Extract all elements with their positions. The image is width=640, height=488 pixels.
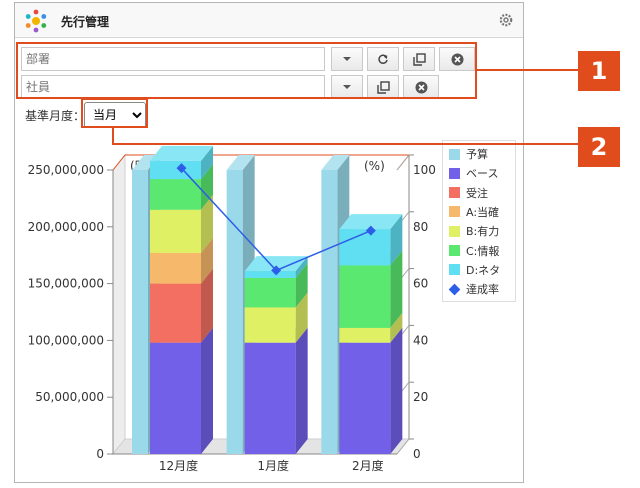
- legend-swatch: [448, 283, 461, 295]
- right-axis-unit-label: (%): [364, 159, 385, 173]
- x-axis-tick-label: 1月度: [257, 458, 289, 473]
- legend-label: B:有力: [466, 225, 500, 239]
- callout-1-badge: 1: [578, 51, 620, 91]
- legend-swatch: [449, 187, 460, 199]
- left-axis-tick-label: 100,000,000: [28, 333, 104, 347]
- left-axis-tick-label: 0: [96, 447, 104, 461]
- chart-side-wall: [112, 153, 126, 456]
- right-axis-tick-label: 100: [413, 163, 436, 177]
- stacked-segment: [339, 265, 391, 328]
- stacked-segment: [150, 179, 201, 210]
- left-axis-tick-label: 250,000,000: [28, 163, 104, 177]
- callout-2-connector-vertical: [112, 128, 114, 143]
- right-axis-tick-label: 60: [413, 277, 428, 291]
- stacked-segment: [244, 277, 296, 308]
- pipeline-chart: 250,000,000 200,000,000 150,000,000 100,000…: [28, 145, 436, 473]
- callout-2-connector: [112, 143, 578, 145]
- left-axis-tick-label: 200,000,000: [28, 220, 104, 234]
- stacked-segment: [150, 252, 201, 284]
- legend-item: A:当確: [449, 204, 499, 220]
- stacked-segment-side: [390, 327, 403, 454]
- right-axis-tick-label: 40: [413, 333, 428, 347]
- budget-bar: [226, 170, 243, 454]
- callout-1-connector: [477, 69, 578, 71]
- right-axis-tick-label: 80: [413, 220, 428, 234]
- legend-item: D:ネタ: [449, 262, 500, 278]
- right-axis-tick-label: 20: [413, 390, 428, 404]
- callout-2-badge: 2: [578, 127, 620, 167]
- stacked-segment: [339, 229, 391, 266]
- left-axis-tick-label: 150,000,000: [28, 277, 104, 291]
- x-axis-tick-label: 2月度: [352, 458, 384, 473]
- legend-item: C:情報: [449, 243, 499, 259]
- legend-item: B:有力: [449, 223, 499, 239]
- legend-label: 達成率: [466, 283, 499, 297]
- legend-label: 受注: [466, 186, 488, 200]
- stacked-segment: [150, 209, 201, 253]
- legend-label: ベース: [466, 167, 499, 181]
- stacked-segment: [244, 307, 296, 343]
- budget-bar: [321, 170, 338, 454]
- legend-label: C:情報: [466, 244, 500, 258]
- stacked-segment: [339, 342, 391, 454]
- stacked-segment: [339, 327, 391, 343]
- stacked-segment: [150, 160, 201, 180]
- legend-label: 予算: [466, 148, 488, 161]
- right-axis-grid-stub: [396, 154, 410, 171]
- legend-label: D:ネタ: [466, 263, 501, 277]
- legend-swatch: [449, 206, 460, 218]
- legend-swatch: [449, 167, 460, 179]
- stacked-segment: [244, 271, 296, 278]
- legend-item: 達成率: [448, 281, 499, 297]
- stacked-segment: [244, 342, 296, 454]
- legend-swatch: [449, 264, 460, 276]
- chart-legend: 予算ベース受注 A:当確 B:有力 C:情報 D:ネタ達成率: [442, 140, 516, 302]
- budget-bar: [132, 170, 148, 454]
- legend-item: ベース: [449, 165, 498, 181]
- left-axis-tick-label: 50,000,000: [35, 390, 104, 404]
- legend-label: A:当確: [466, 205, 500, 219]
- legend-swatch: [449, 148, 460, 160]
- stacked-segment: [150, 283, 201, 343]
- legend-item: 予算: [449, 146, 488, 162]
- stacked-segment: [150, 342, 201, 454]
- legend-swatch: [449, 225, 460, 237]
- x-axis-tick-label: 12月度: [159, 458, 198, 473]
- legend-item: 受注: [449, 185, 488, 201]
- right-axis-tick-label: 0: [413, 447, 421, 461]
- legend-swatch: [449, 245, 460, 256]
- stacked-segment-side: [295, 327, 308, 454]
- stacked-segment-side: [201, 327, 213, 454]
